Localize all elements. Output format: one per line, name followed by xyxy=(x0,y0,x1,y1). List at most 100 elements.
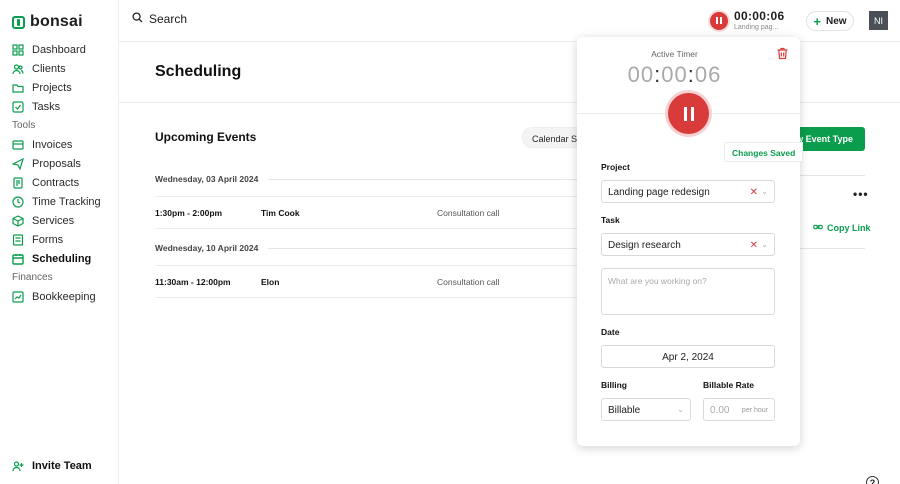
checkbox-icon xyxy=(12,100,24,113)
invite-team-button[interactable]: Invite Team xyxy=(12,456,92,475)
copy-link-button[interactable]: Copy Link xyxy=(813,222,871,234)
chevron-down-icon: ⌄ xyxy=(761,187,768,196)
sidebar-bottom: Invite Team xyxy=(12,456,92,475)
sidebar-item-label: Forms xyxy=(32,233,64,246)
upcoming-events-title: Upcoming Events xyxy=(155,130,257,144)
timer-seconds: 06 xyxy=(694,62,722,87)
sidebar-item-label: Contracts xyxy=(32,176,80,189)
sidebar-item-time-tracking[interactable]: Time Tracking xyxy=(12,192,116,211)
avatar[interactable]: NI xyxy=(869,11,888,30)
header-timer[interactable]: 00:00:06 Landing pag... xyxy=(710,10,784,31)
header-timer-task: Landing pag... xyxy=(734,24,779,31)
project-label: Project xyxy=(601,162,630,172)
rate-placeholder: 0.00 xyxy=(710,405,730,416)
event-type: Consultation call xyxy=(437,277,500,287)
sidebar-nav: Dashboard Clients Projects Tasks Tools I… xyxy=(12,40,116,306)
search-button[interactable]: Search xyxy=(132,12,187,26)
event-row[interactable]: 1:30pm - 2:00pm Tim Cook Consultation ca… xyxy=(155,196,585,229)
rate-unit: per hour xyxy=(741,407,768,414)
logo-text: bonsai xyxy=(30,13,83,30)
date-field[interactable]: Apr 2, 2024 xyxy=(601,345,775,368)
timer-separator: : xyxy=(687,62,695,87)
calendar-icon xyxy=(12,253,24,265)
task-label: Task xyxy=(601,215,620,225)
logo[interactable]: bonsai xyxy=(12,13,83,31)
user-plus-icon xyxy=(12,460,24,472)
send-icon xyxy=(12,157,24,170)
sidebar-item-dashboard[interactable]: Dashboard xyxy=(12,40,116,59)
sidebar-item-proposals[interactable]: Proposals xyxy=(12,154,116,173)
chevron-down-icon: ⌄ xyxy=(761,240,768,249)
project-value: Landing page redesign xyxy=(608,187,710,198)
billing-select[interactable]: Billable ⌄ xyxy=(601,398,691,421)
event-attendee: Elon xyxy=(261,277,280,287)
clear-icon[interactable]: ✕ xyxy=(750,240,758,251)
billable-rate-label: Billable Rate xyxy=(703,380,755,390)
task-value: Design research xyxy=(608,240,681,251)
new-button-label: New xyxy=(826,15,847,27)
billing-value: Billable xyxy=(608,405,641,416)
document-icon xyxy=(12,176,24,189)
form-icon xyxy=(12,233,24,246)
trash-icon[interactable] xyxy=(776,47,789,60)
box-icon xyxy=(12,214,24,227)
help-icon[interactable]: ? xyxy=(866,476,879,484)
timer-hours: 00 xyxy=(627,62,655,87)
tools-section-label: Tools xyxy=(12,120,36,131)
finances-section-label: Finances xyxy=(12,272,53,283)
project-select[interactable]: Landing page redesign ✕ ⌄ xyxy=(601,180,775,203)
invite-team-label: Invite Team xyxy=(32,459,92,472)
event-time: 11:30am - 12:00pm xyxy=(155,277,231,287)
clock-icon xyxy=(12,195,24,208)
users-icon xyxy=(12,63,24,75)
day-header: Wednesday, 03 April 2024 xyxy=(155,169,585,189)
sidebar-item-scheduling[interactable]: Scheduling xyxy=(12,249,116,268)
plus-icon: + xyxy=(813,13,822,29)
sidebar-item-projects[interactable]: Projects xyxy=(12,78,116,97)
sidebar-item-label: Services xyxy=(32,214,75,227)
more-options-icon[interactable]: ••• xyxy=(853,187,869,201)
day-header: Wednesday, 10 April 2024 xyxy=(155,238,585,258)
page-title: Scheduling xyxy=(155,63,242,80)
search-label: Search xyxy=(149,12,188,26)
changes-saved-badge: Changes Saved xyxy=(724,142,804,162)
sidebar-item-label: Tasks xyxy=(32,100,61,113)
sidebar-item-label: Invoices xyxy=(32,138,73,151)
pause-timer-button[interactable] xyxy=(668,93,709,134)
clear-icon[interactable]: ✕ xyxy=(750,187,758,198)
search-icon xyxy=(132,12,143,26)
chevron-down-icon: ⌄ xyxy=(677,405,684,414)
new-button[interactable]: + New xyxy=(806,11,854,31)
timer-display: 00:00:06 xyxy=(577,62,772,88)
sidebar-item-services[interactable]: Services xyxy=(12,211,116,230)
sidebar-item-bookkeeping[interactable]: Bookkeeping xyxy=(12,287,116,306)
timer-minutes: 00 xyxy=(661,62,688,87)
sidebar-item-label: Bookkeeping xyxy=(32,290,96,303)
event-type: Consultation call xyxy=(437,208,500,218)
sidebar-item-tasks[interactable]: Tasks xyxy=(12,97,116,116)
event-attendee: Tim Cook xyxy=(261,208,300,218)
day-date: Wednesday, 10 April 2024 xyxy=(155,243,259,253)
sidebar-item-label: Scheduling xyxy=(32,252,92,265)
top-bar: Search 00:00:06 Landing pag... + New NI xyxy=(119,0,900,42)
task-select[interactable]: Design research ✕ ⌄ xyxy=(601,233,775,256)
event-row[interactable]: 11:30am - 12:00pm Elon Consultation call xyxy=(155,265,585,298)
day-date: Wednesday, 03 April 2024 xyxy=(155,174,259,184)
bonsai-logo-icon xyxy=(12,15,25,29)
divider xyxy=(800,248,865,249)
sidebar-item-invoices[interactable]: Invoices xyxy=(12,135,116,154)
active-timer-label: Active Timer xyxy=(651,49,698,59)
notes-input[interactable]: What are you working on? xyxy=(601,268,775,315)
billing-label: Billing xyxy=(601,380,627,390)
pause-icon[interactable] xyxy=(710,11,728,30)
billable-rate-input[interactable]: 0.00 per hour xyxy=(703,398,775,421)
timer-popup: Active Timer 00:00:06 Changes Saved Proj… xyxy=(577,37,804,446)
divider xyxy=(800,175,865,176)
sidebar-item-clients[interactable]: Clients xyxy=(12,59,116,78)
event-time: 1:30pm - 2:00pm xyxy=(155,208,223,218)
sidebar-item-contracts[interactable]: Contracts xyxy=(12,173,116,192)
sidebar-item-forms[interactable]: Forms xyxy=(12,230,116,249)
sidebar-item-label: Proposals xyxy=(32,157,81,170)
calendar-settings-button[interactable]: Calendar Se xyxy=(522,127,582,148)
ledger-icon xyxy=(12,290,24,303)
